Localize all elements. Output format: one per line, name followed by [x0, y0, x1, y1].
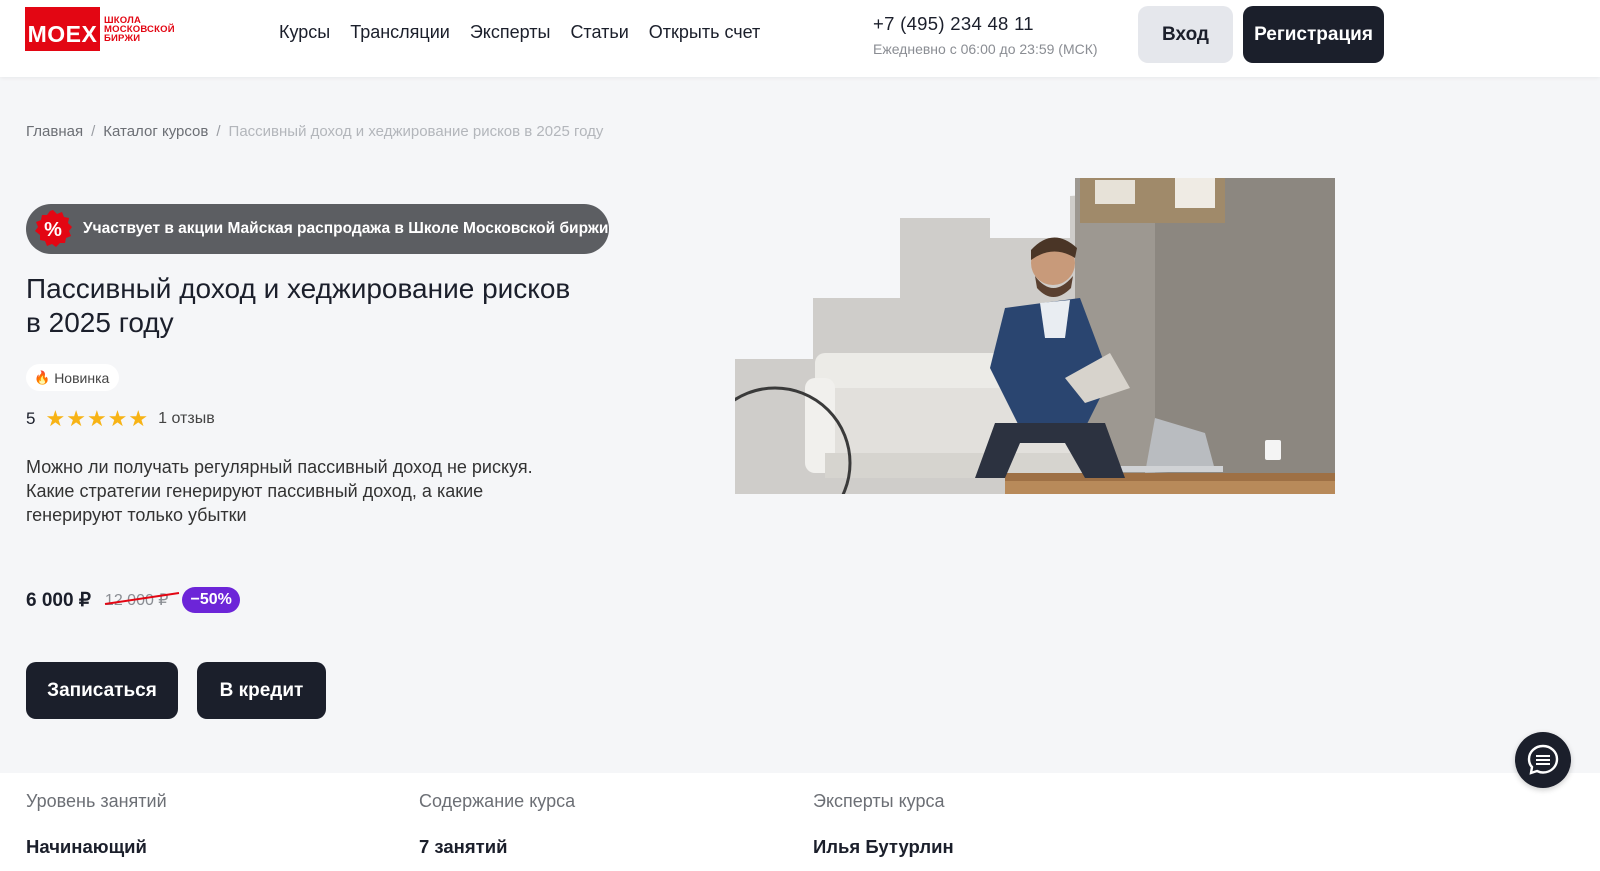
star-icon: ★: [45, 406, 66, 431]
nav-articles[interactable]: Статьи: [570, 22, 628, 43]
breadcrumb: Главная / Каталог курсов / Пассивный дох…: [26, 123, 603, 140]
nav-broadcasts[interactable]: Трансляции: [350, 22, 450, 43]
experts-value[interactable]: Илья Бутурлин: [813, 836, 954, 858]
content-column: Содержание курса 7 занятий: [419, 791, 575, 858]
rating-value: 5: [26, 409, 36, 428]
moex-logo[interactable]: MOEX ШКОЛА МОСКОВСКОЙ БИРЖИ: [25, 7, 175, 51]
promo-banner[interactable]: % Участвует в акции Майская распродажа в…: [26, 204, 609, 254]
experts-column: Эксперты курса Илья Бутурлин: [813, 791, 954, 858]
new-badge-label: Новинка: [54, 369, 110, 386]
main-nav: Курсы Трансляции Эксперты Статьи Открыть…: [279, 22, 760, 43]
nav-open-account[interactable]: Открыть счет: [649, 22, 761, 43]
nav-experts[interactable]: Эксперты: [470, 22, 551, 43]
new-badge: 🔥 Новинка: [26, 364, 120, 391]
breadcrumb-separator: /: [91, 123, 96, 140]
register-button[interactable]: Регистрация: [1243, 6, 1384, 63]
current-price: 6 000 ₽: [26, 589, 91, 611]
chat-icon: [1527, 744, 1559, 775]
course-description: Можно ли получать регулярный пассивный д…: [26, 457, 533, 525]
course-hero-image: [735, 178, 1335, 494]
phone-number[interactable]: +7 (495) 234 48 11: [873, 13, 1034, 35]
breadcrumb-separator: /: [216, 123, 221, 140]
level-label: Уровень занятий: [26, 791, 167, 811]
header: MOEX ШКОЛА МОСКОВСКОЙ БИРЖИ Курсы Трансл…: [0, 0, 1600, 77]
breadcrumb-catalog[interactable]: Каталог курсов: [103, 123, 208, 140]
strikethrough-line: [104, 592, 180, 605]
level-column: Уровень занятий Начинающий: [26, 791, 167, 858]
content-label: Содержание курса: [419, 791, 576, 811]
logo-subtitle: ШКОЛА МОСКОВСКОЙ БИРЖИ: [104, 14, 175, 44]
price-row: 6 000 ₽ 12 000 ₽ −50%: [26, 587, 240, 613]
rating: 5 ★ ★ ★ ★ ★ 1 отзыв: [26, 408, 215, 430]
star-icon: ★: [66, 406, 86, 431]
reviews-link[interactable]: 1 отзыв: [158, 410, 215, 428]
old-price: 12 000 ₽: [104, 590, 180, 610]
chat-button[interactable]: [1515, 732, 1571, 788]
star-icon: ★: [107, 406, 128, 431]
rating-stars: ★ ★ ★ ★ ★: [45, 408, 148, 430]
breadcrumb-home[interactable]: Главная: [26, 123, 83, 140]
logo-mark: MOEX: [25, 7, 100, 51]
svg-text:%: %: [44, 219, 62, 241]
promo-text: Участвует в акции Майская распродажа в Ш…: [83, 220, 609, 237]
course-title: Пассивный доход и хеджирование рисков в …: [26, 273, 571, 338]
experts-label: Эксперты курса: [813, 791, 945, 811]
login-button[interactable]: Вход: [1138, 6, 1233, 63]
nav-courses[interactable]: Курсы: [279, 22, 330, 43]
breadcrumb-current: Пассивный доход и хеджирование рисков в …: [228, 123, 604, 140]
credit-button[interactable]: В кредит: [197, 662, 326, 719]
course-info-strip: Уровень занятий Начинающий Содержание ку…: [0, 773, 1600, 871]
content-value: 7 занятий: [419, 836, 508, 857]
star-icon: ★: [128, 406, 149, 431]
enroll-button[interactable]: Записаться: [26, 662, 178, 719]
working-hours: Ежедневно с 06:00 до 23:59 (МСК): [873, 41, 1098, 57]
fire-icon: 🔥: [34, 369, 51, 385]
discount-badge: −50%: [182, 587, 240, 613]
percent-badge-icon: %: [35, 210, 72, 247]
star-icon: ★: [86, 406, 107, 431]
level-value: Начинающий: [26, 836, 147, 857]
